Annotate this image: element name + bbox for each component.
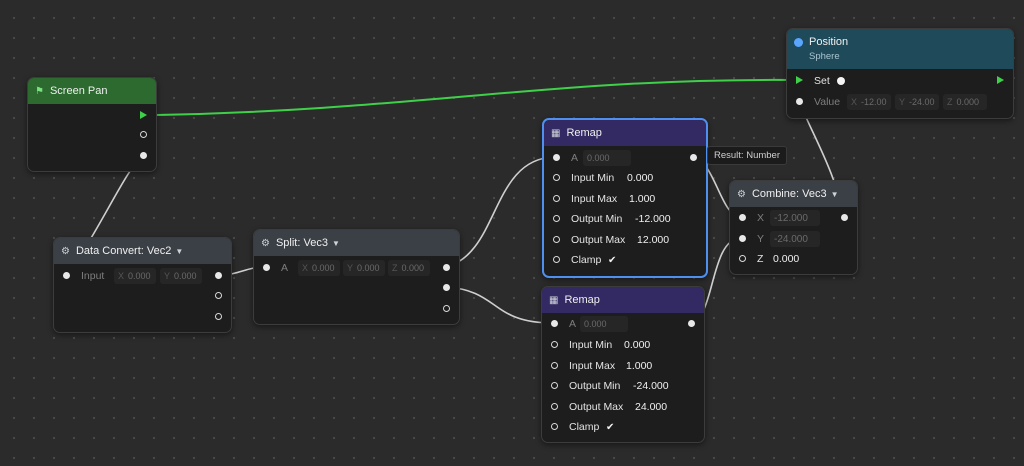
node-title: Remap [564, 294, 600, 306]
node-position[interactable]: Position Sphere Set Value X -12.00 Y -24.0… [786, 28, 1014, 119]
a-field[interactable]: 0.000 [580, 316, 628, 332]
flow-input-port[interactable] [796, 76, 803, 84]
input-port[interactable] [553, 215, 560, 222]
y-field[interactable]: -24.000 [770, 231, 820, 247]
node-header[interactable]: ▦ Remap [542, 287, 704, 313]
node-remap-2[interactable]: ▦ Remap A 0.000 Input Min 0.000 Input Max… [541, 286, 705, 443]
target-icon [794, 37, 803, 47]
input-port[interactable] [796, 98, 803, 105]
input-port[interactable] [553, 154, 560, 161]
input-label: Input [81, 270, 105, 282]
input-max-value[interactable]: 1.000 [629, 193, 655, 205]
value-label: Value [814, 96, 841, 108]
z-value[interactable]: 0.000 [773, 253, 799, 265]
set-label: Set [814, 75, 830, 87]
output-port[interactable] [140, 131, 147, 138]
output-port[interactable] [215, 272, 222, 279]
node-title: Position [809, 36, 849, 48]
input-port[interactable] [551, 403, 558, 410]
z-field[interactable]: Z 0.000 [943, 94, 987, 110]
wire-split-x-to-remap1 [444, 156, 556, 268]
input-min-value[interactable]: 0.000 [624, 339, 650, 351]
input-port[interactable] [551, 362, 558, 369]
output-max-value[interactable]: 24.000 [635, 401, 667, 413]
node-header[interactable]: ▦ Remap [544, 120, 706, 146]
calculator-icon: ▦ [549, 294, 559, 306]
input-max-value[interactable]: 1.000 [626, 360, 652, 372]
node-header[interactable]: ⚙ Split: Vec3 ▼ [254, 230, 459, 256]
input-port[interactable] [551, 382, 558, 389]
calculator-icon: ▦ [551, 127, 561, 139]
output-port[interactable] [841, 214, 848, 221]
input-port[interactable] [551, 341, 558, 348]
gear-icon: ⚙ [61, 245, 70, 257]
output-port[interactable] [140, 152, 147, 159]
node-data-convert[interactable]: ⚙ Data Convert: Vec2 ▼ Input X 0.000 Y 0.0… [53, 237, 232, 333]
output-port[interactable] [443, 264, 450, 271]
output-port[interactable] [443, 305, 450, 312]
input-port[interactable] [739, 235, 746, 242]
output-port[interactable] [215, 313, 222, 320]
input-port[interactable] [553, 256, 560, 263]
node-combine[interactable]: ⚙ Combine: Vec3 ▼ X -12.000 Y -24.000 Z … [729, 180, 858, 275]
input-port[interactable] [553, 174, 560, 181]
x-field[interactable]: X 0.000 [298, 260, 340, 276]
chevron-down-icon[interactable]: ▼ [831, 190, 839, 199]
input-port[interactable] [553, 195, 560, 202]
node-remap-1[interactable]: ▦ Remap A 0.000 Input Min 0.000 Input Max… [542, 118, 708, 278]
x-field[interactable]: -12.000 [770, 210, 820, 226]
x-field[interactable]: X -12.00 [847, 94, 891, 110]
input-port[interactable] [63, 272, 70, 279]
output-max-value[interactable]: 12.000 [637, 234, 669, 246]
input-min-value[interactable]: 0.000 [627, 172, 653, 184]
node-screen-pan[interactable]: ⚑ Screen Pan [27, 77, 157, 172]
node-header[interactable]: ⚙ Combine: Vec3 ▼ [730, 181, 857, 207]
node-title: Combine: Vec3 [751, 188, 827, 200]
y-field[interactable]: Y 0.000 [343, 260, 385, 276]
flow-output-port[interactable] [140, 111, 147, 119]
input-port[interactable] [551, 423, 558, 430]
output-port[interactable] [443, 284, 450, 291]
input-port[interactable] [739, 214, 746, 221]
node-header[interactable]: Position Sphere [787, 29, 1013, 69]
output-port[interactable] [688, 320, 695, 327]
y-field[interactable]: Y -24.00 [895, 94, 939, 110]
node-header[interactable]: ⚑ Screen Pan [28, 78, 156, 104]
output-min-value[interactable]: -12.000 [635, 213, 671, 225]
output-port[interactable] [215, 292, 222, 299]
a-label: A [281, 262, 289, 274]
node-header[interactable]: ⚙ Data Convert: Vec2 ▼ [54, 238, 231, 264]
output-min-value[interactable]: -24.000 [633, 380, 669, 392]
wire-split-y-to-remap2 [444, 286, 554, 324]
z-field[interactable]: Z 0.000 [388, 260, 430, 276]
clamp-checkbox[interactable]: ✔ [606, 422, 614, 433]
input-port[interactable] [553, 236, 560, 243]
flow-wire-screen-pan-to-position [155, 78, 796, 116]
output-port[interactable] [690, 154, 697, 161]
input-port[interactable] [263, 264, 270, 271]
node-title: Remap [566, 127, 602, 139]
a-label: A [571, 152, 579, 164]
set-toggle[interactable] [837, 77, 845, 85]
chevron-down-icon[interactable]: ▼ [332, 239, 340, 248]
a-label: A [569, 318, 577, 330]
clamp-checkbox[interactable]: ✔ [608, 255, 616, 266]
result-tooltip: Result: Number [707, 146, 787, 165]
a-field[interactable]: 0.000 [583, 150, 631, 166]
input-port[interactable] [739, 255, 746, 262]
chevron-down-icon[interactable]: ▼ [175, 247, 183, 256]
input-port[interactable] [551, 320, 558, 327]
flag-icon: ⚑ [35, 85, 44, 97]
flow-output-port[interactable] [997, 76, 1004, 84]
y-field[interactable]: Y 0.000 [160, 268, 202, 284]
node-title: Data Convert: Vec2 [75, 245, 172, 257]
node-split[interactable]: ⚙ Split: Vec3 ▼ A X 0.000 Y 0.000 Z 0.000 [253, 229, 460, 325]
gear-icon: ⚙ [261, 237, 270, 249]
x-field[interactable]: X 0.000 [114, 268, 156, 284]
node-title: Split: Vec3 [275, 237, 328, 249]
node-title: Screen Pan [49, 85, 108, 97]
node-subtitle: Sphere [809, 51, 840, 62]
gear-icon: ⚙ [737, 188, 746, 200]
